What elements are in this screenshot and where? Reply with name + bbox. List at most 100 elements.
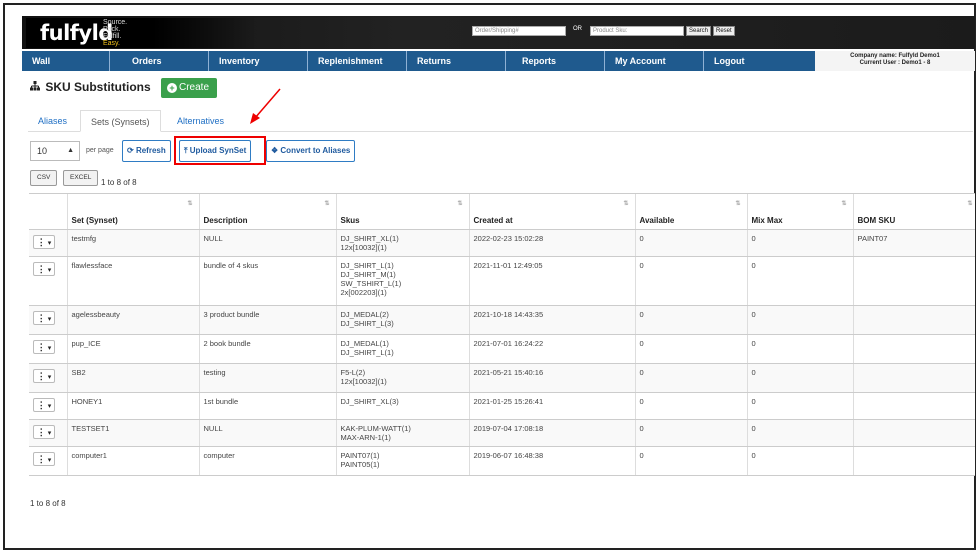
cell-skus: DJ_MEDAL(2) DJ_SHIRT_L(3) (336, 305, 470, 335)
nav-inventory[interactable]: Inventory (209, 51, 308, 71)
nav-my-account[interactable]: My Account (605, 51, 704, 71)
create-button[interactable]: + Create (161, 78, 217, 98)
tab-sets-synsets[interactable]: Sets (Synsets) (80, 110, 161, 132)
synsets-table: ⇅ Set (Synset) ⇅ Description ⇅ Skus ⇅ Create… (29, 193, 975, 486)
sku-line: F5-L(2) (340, 367, 366, 377)
cell-mix-max: 0 (747, 363, 854, 393)
cell-available: 0 (635, 363, 748, 393)
logo: fulfyld Source. Pack. Fulfill. Easy. (26, 18, 256, 48)
nav-replenishment[interactable]: Replenishment (308, 51, 407, 71)
nav-reports[interactable]: Reports (506, 51, 605, 71)
cell-skus: KAK-PLUM-WATT(1) MAX-ARN-1(1) (336, 419, 470, 447)
column-header-label: Skus (340, 215, 360, 225)
cell-description: testing (199, 363, 337, 393)
range-label-top: 1 to 8 of 8 (101, 178, 137, 187)
row-action-button[interactable]: ⋮ ▾ (33, 368, 55, 383)
row-action-button[interactable]: ⋮ ▾ (33, 261, 55, 276)
row-action-button[interactable]: ⋮ ▾ (33, 424, 55, 439)
column-header[interactable]: ⇅ Description (199, 194, 337, 230)
sku-line: DJ_SHIRT_XL(3) (340, 396, 399, 406)
tagline-line: Source. (103, 19, 128, 26)
cell-available: 0 (635, 305, 748, 335)
nav-logout[interactable]: Logout (704, 51, 815, 71)
column-header-label: Mix Max (751, 215, 783, 225)
table-row: ⋮ ▾ SB2 testing F5-L(2) 12x[10032](1) 2021-05… (29, 363, 975, 393)
column-header[interactable]: ⇅ Created at (469, 194, 636, 230)
main-nav: Wall Orders Inventory Replenishment Retu… (22, 51, 815, 71)
cell-created-at: 2021-07-01 16:24:22 (469, 334, 636, 364)
cell-bom-sku (853, 256, 975, 306)
cell-mix-max: 0 (747, 256, 854, 306)
cell-available: 0 (635, 392, 748, 420)
column-header[interactable]: ⇅ Mix Max (747, 194, 854, 230)
table-row: ⋮ ▾ computer1 computer PAINT07(1) PAINT05(1)… (29, 446, 975, 476)
cell-set: pup_ICE (67, 334, 200, 364)
cell-available: 0 (635, 229, 748, 257)
refresh-button[interactable]: ⟳ Refresh (122, 140, 171, 162)
vertical-dots-icon: ⋮ (36, 236, 46, 247)
convert-to-aliases-button[interactable]: ❖ Convert to Aliases (266, 140, 356, 162)
cell-description: 1st bundle (199, 392, 337, 420)
table-row: ⋮ ▾ TESTSET1 NULL KAK-PLUM-WATT(1) MAX-ARN-1… (29, 419, 975, 447)
logo-tagline: Source. Pack. Fulfill. Easy. (103, 19, 127, 47)
cell-set: SB2 (67, 363, 200, 393)
order-search-input[interactable]: Order/Shipping# (472, 26, 566, 36)
top-bar: fulfyld Source. Pack. Fulfill. Easy. Ord… (22, 16, 975, 49)
sort-icon: ⇅ (457, 201, 463, 207)
nav-returns[interactable]: Returns (407, 51, 506, 71)
row-action-button[interactable]: ⋮ ▾ (33, 234, 55, 249)
column-header-actions (29, 194, 68, 230)
sku-line: 12x[10032](1) (340, 242, 387, 252)
cell-created-at: 2022-02-23 15:02:28 (469, 229, 636, 257)
csv-button[interactable]: CSV (30, 170, 58, 186)
vertical-dots-icon: ⋮ (36, 370, 46, 381)
tab-aliases[interactable]: Aliases (28, 110, 77, 132)
column-header[interactable]: ⇅ Skus (336, 194, 470, 230)
cell-bom-sku (853, 334, 975, 364)
row-action-button[interactable]: ⋮ ▾ (33, 397, 55, 412)
row-action-button[interactable]: ⋮ ▾ (33, 451, 55, 466)
cell-mix-max: 0 (747, 392, 854, 420)
per-page-label: per page (86, 147, 114, 154)
nav-wall[interactable]: Wall (22, 51, 110, 71)
vertical-dots-icon: ⋮ (36, 263, 46, 274)
column-header-label: BOM SKU (857, 215, 896, 225)
tab-alternatives[interactable]: Alternatives (167, 110, 234, 132)
vertical-dots-icon: ⋮ (36, 426, 46, 437)
cell-description: NULL (199, 229, 337, 257)
cell-bom-sku (853, 392, 975, 420)
cell-mix-max: 0 (747, 419, 854, 447)
caret-down-icon: ▾ (47, 456, 52, 464)
sku-search-input[interactable]: Product Sku: (590, 26, 684, 36)
column-header-label: Created at (473, 215, 513, 225)
excel-button[interactable]: EXCEL (63, 170, 99, 186)
nav-orders[interactable]: Orders (110, 51, 209, 71)
sku-line: DJ_SHIRT_L(1) (340, 260, 394, 270)
table-row: ⋮ ▾ pup_ICE 2 book bundle DJ_MEDAL(1) DJ_SHI… (29, 334, 975, 364)
row-action-cell: ⋮ ▾ (29, 256, 68, 306)
column-header[interactable]: ⇅ BOM SKU (853, 194, 975, 230)
tagline-line: Easy. (103, 40, 120, 47)
per-page-select[interactable]: 10 ▲ (30, 141, 80, 161)
cell-created-at: 2019-06-07 16:48:38 (469, 446, 636, 476)
row-action-button[interactable]: ⋮ ▾ (33, 310, 55, 325)
sku-line: DJ_SHIRT_L(3) (340, 318, 394, 328)
sku-line: KAK-PLUM-WATT(1) (340, 423, 411, 433)
column-header[interactable]: ⇅ Available (635, 194, 748, 230)
row-action-button[interactable]: ⋮ ▾ (33, 339, 55, 354)
row-action-cell: ⋮ ▾ (29, 363, 68, 393)
refresh-label: Refresh (135, 146, 166, 155)
sku-line: PAINT07(1) (340, 450, 380, 460)
table-row: ⋮ ▾ testmfg NULL DJ_SHIRT_XL(1) 12x[10032](1… (29, 229, 975, 257)
reset-button[interactable]: Reset (713, 26, 735, 36)
cell-skus: PAINT07(1) PAINT05(1) (336, 446, 470, 476)
cell-available: 0 (635, 446, 748, 476)
cell-created-at: 2021-01-25 15:26:41 (469, 392, 636, 420)
column-header[interactable]: ⇅ Set (Synset) (67, 194, 200, 230)
row-action-cell: ⋮ ▾ (29, 392, 68, 420)
cell-description: NULL (199, 419, 337, 447)
cell-skus: F5-L(2) 12x[10032](1) (336, 363, 470, 393)
cell-mix-max: 0 (747, 334, 854, 364)
search-button[interactable]: Search (686, 26, 712, 36)
cell-set: testmfg (67, 229, 200, 257)
